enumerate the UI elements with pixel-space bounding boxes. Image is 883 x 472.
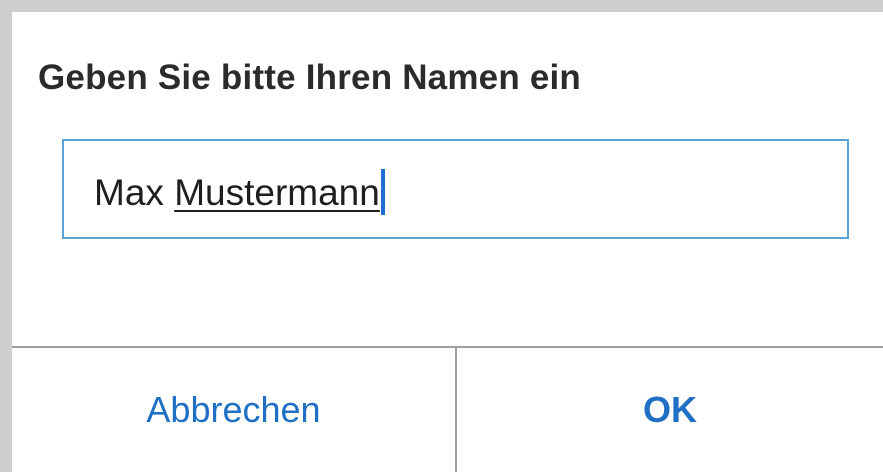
dialog-title: Geben Sie bitte Ihren Namen ein (38, 58, 581, 97)
name-input-dialog: Geben Sie bitte Ihren Namen ein Max Must… (12, 12, 883, 472)
input-value-plain: Max (94, 172, 175, 213)
cancel-button[interactable]: Abbrechen (12, 348, 455, 472)
name-input-value[interactable]: Max Mustermann (94, 169, 385, 215)
ok-button[interactable]: OK (457, 348, 883, 472)
text-caret (380, 169, 385, 215)
name-input-field[interactable]: Max Mustermann (62, 139, 849, 239)
input-value-composing: Mustermann (174, 172, 380, 213)
